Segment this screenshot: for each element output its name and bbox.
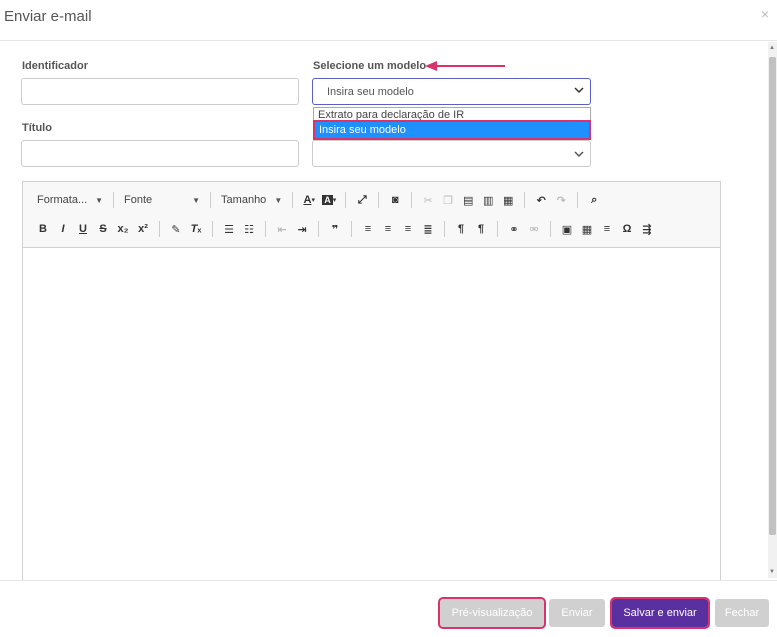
dropdown-option-insira[interactable]: Insira seu modelo — [313, 120, 591, 140]
format-combo[interactable]: Formata... ▼ — [33, 190, 107, 210]
model-select[interactable]: Insira seu modelo — [312, 78, 591, 105]
bullet-list-icon[interactable]: ☷ — [239, 219, 259, 239]
toolbar-separator — [113, 192, 115, 208]
title-input[interactable] — [21, 140, 299, 167]
scroll-up-icon[interactable]: ▲ — [769, 45, 775, 51]
image-icon[interactable]: ▣ — [557, 219, 577, 239]
link-icon[interactable]: ⚭ — [504, 219, 524, 239]
outdent-icon[interactable]: ⇤ — [272, 219, 292, 239]
toolbar-separator — [159, 221, 160, 237]
toolbar-separator — [292, 192, 294, 208]
scroll-thumb[interactable] — [769, 57, 776, 535]
editor-content-area[interactable] — [23, 249, 720, 600]
chevron-down-icon — [574, 87, 584, 94]
model-dropdown-list: Extrato para declaração de IR Insira seu… — [313, 107, 591, 140]
align-right-icon[interactable]: ≡ — [398, 219, 418, 239]
model-select-value: Insira seu modelo — [327, 86, 414, 98]
caret-down-icon: ▼ — [192, 195, 201, 205]
toolbar-separator — [345, 192, 347, 208]
secondary-select[interactable] — [312, 140, 591, 167]
toolbar-separator — [210, 192, 212, 208]
dropdown-option-extrato[interactable]: Extrato para declaração de IR — [314, 108, 590, 122]
bold-icon[interactable]: B — [33, 219, 53, 239]
identifier-label: Identificador — [22, 60, 89, 72]
identifier-input[interactable] — [21, 78, 299, 105]
align-center-icon[interactable]: ≡ — [378, 219, 398, 239]
copy-icon[interactable]: ❐ — [438, 190, 458, 210]
rtl-icon[interactable]: ¶ — [471, 219, 491, 239]
font-combo-label: Fonte — [124, 194, 153, 206]
model-label: Selecione um modelo — [313, 60, 427, 72]
subscript-icon[interactable]: x₂ — [113, 219, 133, 239]
annotation-arrow-icon — [425, 61, 505, 71]
numbered-list-icon[interactable]: ☰ — [219, 219, 239, 239]
underline-icon[interactable]: U — [73, 219, 93, 239]
page-break-icon[interactable]: ⇶ — [637, 219, 657, 239]
align-left-icon[interactable]: ≡ — [358, 219, 378, 239]
scroll-down-icon[interactable]: ▼ — [769, 569, 775, 575]
align-justify-icon[interactable]: ≣ — [418, 219, 438, 239]
indent-icon[interactable]: ⇥ — [292, 219, 312, 239]
superscript-icon[interactable]: x² — [133, 219, 153, 239]
toolbar-separator — [411, 192, 413, 208]
size-combo-label: Tamanho — [221, 194, 267, 206]
italic-icon[interactable]: I — [53, 219, 73, 239]
copy-format-icon[interactable]: ✎ — [166, 219, 186, 239]
undo-icon[interactable]: ↶ — [531, 190, 551, 210]
title-label: Título — [22, 122, 52, 134]
toolbar-separator — [444, 221, 445, 237]
toolbar-separator — [497, 221, 498, 237]
caret-down-icon: ▼ — [274, 195, 283, 205]
toolbar-row-2: B I U S x₂ x² ✎ Tₓ ☰ ☷ ⇤ ⇥ ❞ ≡ ≡ ≡ ≣ ¶ ¶ — [33, 219, 657, 239]
size-combo[interactable]: Tamanho ▼ — [217, 190, 286, 210]
modal-scrollbar[interactable]: ▲ ▼ — [768, 42, 777, 578]
search-icon[interactable]: ⌕ — [584, 190, 604, 210]
horizontal-line-icon[interactable]: ≡ — [597, 219, 617, 239]
remove-format-icon[interactable]: Tₓ — [186, 219, 206, 239]
toolbar-separator — [524, 192, 526, 208]
toolbar-separator — [265, 221, 266, 237]
toolbar-row-1: Formata... ▼ Fonte ▼ Tamanho ▼ A ▾ A ▾ ⤢ ◙ ✂ … — [33, 190, 604, 210]
modal-footer: Pré-visualização Enviar Salvar e enviar … — [0, 580, 777, 637]
paste-icon[interactable]: ▤ — [458, 190, 478, 210]
rich-text-editor: Formata... ▼ Fonte ▼ Tamanho ▼ A ▾ A ▾ ⤢ ◙ ✂ … — [22, 181, 721, 601]
bg-color-icon[interactable]: A ▾ — [319, 190, 339, 210]
table-icon[interactable]: ▦ — [577, 219, 597, 239]
text-color-icon[interactable]: A ▾ — [299, 190, 319, 210]
save-and-send-button[interactable]: Salvar e enviar — [610, 597, 710, 629]
redo-icon[interactable]: ↷ — [551, 190, 571, 210]
close-button[interactable]: Fechar — [715, 599, 769, 627]
toolbar-separator — [351, 221, 352, 237]
editor-toolbar: Formata... ▼ Fonte ▼ Tamanho ▼ A ▾ A ▾ ⤢ ◙ ✂ … — [23, 182, 720, 248]
paste-text-icon[interactable]: ▥ — [478, 190, 498, 210]
close-icon[interactable]: × — [761, 6, 769, 22]
maximize-icon[interactable]: ⤢ — [352, 190, 372, 210]
toolbar-separator — [550, 221, 551, 237]
paste-word-icon[interactable]: ▦ — [498, 190, 518, 210]
font-combo[interactable]: Fonte ▼ — [120, 190, 204, 210]
toolbar-separator — [378, 192, 380, 208]
toolbar-separator — [318, 221, 319, 237]
blockquote-icon[interactable]: ❞ — [325, 219, 345, 239]
caret-down-icon: ▼ — [95, 195, 104, 205]
source-icon[interactable]: ◙ — [385, 190, 405, 210]
unlink-icon[interactable]: ⚮ — [524, 219, 544, 239]
special-char-icon[interactable]: Ω — [617, 219, 637, 239]
strikethrough-icon[interactable]: S — [93, 219, 113, 239]
chevron-down-icon — [574, 151, 584, 158]
cut-icon[interactable]: ✂ — [418, 190, 438, 210]
toolbar-separator — [577, 192, 579, 208]
modal-header: Enviar e-mail × — [0, 0, 777, 41]
send-button[interactable]: Enviar — [549, 599, 605, 627]
toolbar-separator — [212, 221, 213, 237]
format-combo-label: Formata... — [37, 194, 88, 206]
preview-button[interactable]: Pré-visualização — [438, 597, 546, 629]
ltr-icon[interactable]: ¶ — [451, 219, 471, 239]
modal-title: Enviar e-mail — [4, 8, 92, 25]
